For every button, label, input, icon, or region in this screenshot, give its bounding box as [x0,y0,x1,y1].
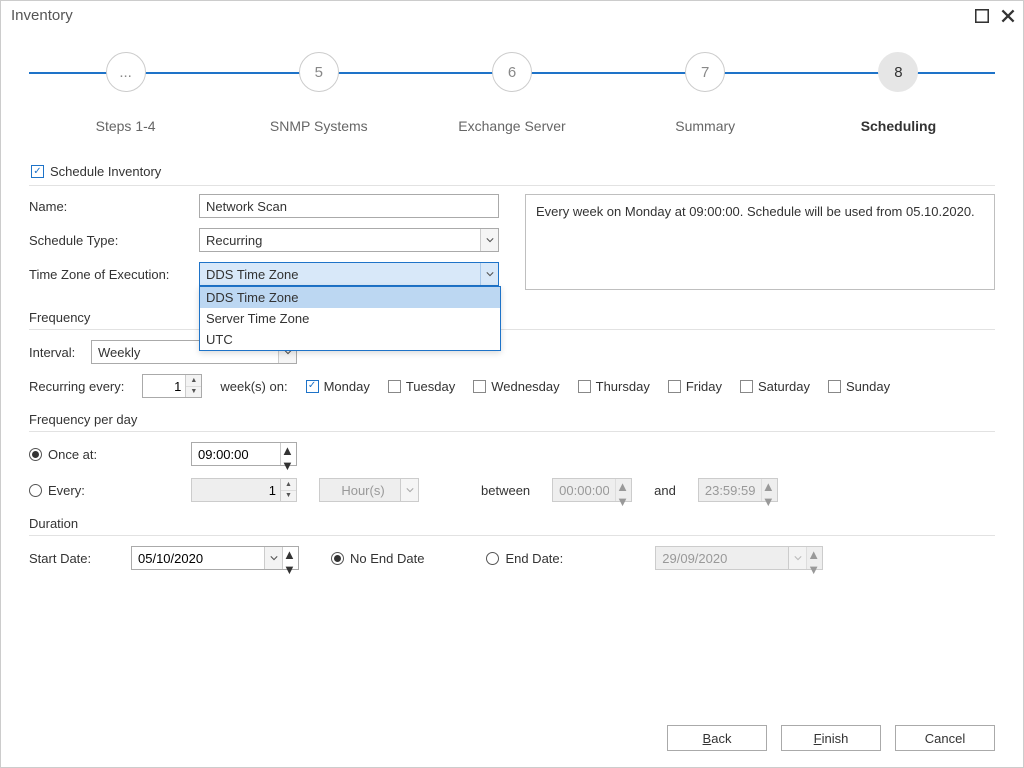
chevron-down-icon [400,479,418,501]
spin-up-icon: ▲ [762,479,777,494]
no-end-date-radio[interactable]: No End Date [331,551,424,566]
finish-label-rest: inish [822,731,849,746]
step-label: Scheduling [802,118,995,134]
chevron-down-icon [480,229,498,251]
every-unit-value: Hour(s) [326,483,400,498]
day-monday[interactable]: ✓Monday [306,379,370,394]
spin-up-icon: ▲ [807,547,822,562]
chevron-down-icon [788,547,806,569]
day-wednesday[interactable]: ✓Wednesday [473,379,559,394]
between-label: between [481,483,530,498]
spin-down-icon[interactable]: ▼ [283,562,298,577]
recurring-every-label: Recurring every: [29,379,124,394]
end-date-picker: ▲▼ [655,546,823,570]
spin-down-icon: ▼ [807,562,822,577]
step-scheduling[interactable]: 8 Scheduling [802,48,995,134]
step-snmp[interactable]: 5 SNMP Systems [222,48,415,134]
recurring-every-spinner[interactable]: ▲▼ [142,374,202,398]
spin-up-icon: ▲ [281,479,296,491]
step-label: Exchange Server [415,118,608,134]
step-summary[interactable]: 7 Summary [609,48,802,134]
recurring-every-input[interactable] [143,375,185,397]
step-label: Summary [609,118,802,134]
timezone-combo[interactable]: DDS Time Zone DDS Time Zone Server Time … [199,262,499,286]
window-title: Inventory [11,7,73,24]
end-date-radio[interactable]: End Date: [486,551,563,566]
interval-value: Weekly [98,345,140,360]
duration-header: Duration [29,516,995,531]
every-radio[interactable]: Every: [29,483,169,498]
between-from-input [553,479,615,501]
step-circle: ... [106,52,146,92]
maximize-icon[interactable] [975,9,989,23]
step-circle: 7 [685,52,725,92]
schedule-inventory-label: Schedule Inventory [50,164,161,179]
spin-down-icon: ▼ [616,494,631,509]
timezone-label: Time Zone of Execution: [29,267,199,282]
schedule-type-combo[interactable]: Recurring [199,228,499,252]
finish-button[interactable]: Finish [781,725,881,751]
schedule-inventory-checkbox[interactable]: ✓ [31,165,44,178]
day-thursday[interactable]: ✓Thursday [578,379,650,394]
frequency-header: Frequency [29,310,995,325]
and-label: and [654,483,676,498]
step-label: Steps 1-4 [29,118,222,134]
every-input [192,479,280,501]
start-date-label: Start Date: [29,551,109,566]
name-input[interactable] [199,194,499,218]
once-at-time[interactable]: ▲▼ [191,442,297,466]
cancel-button[interactable]: Cancel [895,725,995,751]
schedule-type-label: Schedule Type: [29,233,199,248]
wizard-stepper: ... Steps 1-4 5 SNMP Systems 6 Exchange … [29,48,995,158]
spin-down-icon[interactable]: ▼ [186,387,201,398]
start-date-input[interactable] [132,547,264,569]
end-date-input [656,547,788,569]
back-label-rest: ack [711,731,731,746]
day-friday[interactable]: ✓Friday [668,379,722,394]
interval-label: Interval: [29,345,91,360]
inventory-window: Inventory ... Steps 1-4 5 SNMP Systems [0,0,1024,768]
close-icon[interactable] [1001,9,1015,23]
spin-down-icon[interactable]: ▼ [281,458,296,473]
step-label: SNMP Systems [222,118,415,134]
start-date-picker[interactable]: ▲▼ [131,546,299,570]
step-circle: 6 [492,52,532,92]
spin-down-icon: ▼ [281,491,296,502]
every-spinner: ▲▼ [191,478,297,502]
between-to-input [699,479,761,501]
between-from-time: ▲▼ [552,478,632,502]
timezone-option[interactable]: DDS Time Zone [200,287,500,308]
once-at-radio[interactable]: Once at: [29,447,169,462]
schedule-type-value: Recurring [206,233,262,248]
spin-down-icon: ▼ [762,494,777,509]
step-exchange[interactable]: 6 Exchange Server [415,48,608,134]
chevron-down-icon [480,263,498,285]
spin-up-icon[interactable]: ▲ [281,443,296,458]
day-sunday[interactable]: ✓Sunday [828,379,890,394]
timezone-option[interactable]: UTC [200,329,500,350]
wizard-footer: Back Finish Cancel [667,725,995,751]
step-circle: 5 [299,52,339,92]
timezone-option[interactable]: Server Time Zone [200,308,500,329]
freq-per-day-header: Frequency per day [29,412,995,427]
titlebar: Inventory [1,1,1023,28]
back-button[interactable]: Back [667,725,767,751]
every-unit-combo: Hour(s) [319,478,419,502]
between-to-time: ▲▼ [698,478,778,502]
once-at-input[interactable] [192,443,280,465]
spin-up-icon: ▲ [616,479,631,494]
step-circle: 8 [878,52,918,92]
schedule-inventory-row: ✓ Schedule Inventory [31,164,995,179]
name-label: Name: [29,199,199,214]
timezone-dropdown: DDS Time Zone Server Time Zone UTC [199,286,501,351]
chevron-down-icon[interactable] [264,547,282,569]
timezone-value: DDS Time Zone [206,267,298,282]
schedule-description: Every week on Monday at 09:00:00. Schedu… [525,194,995,290]
spin-up-icon[interactable]: ▲ [283,547,298,562]
day-saturday[interactable]: ✓Saturday [740,379,810,394]
spin-up-icon[interactable]: ▲ [186,375,201,387]
recurring-unit-label: week(s) on: [220,379,287,394]
day-tuesday[interactable]: ✓Tuesday [388,379,455,394]
step-1-4[interactable]: ... Steps 1-4 [29,48,222,134]
